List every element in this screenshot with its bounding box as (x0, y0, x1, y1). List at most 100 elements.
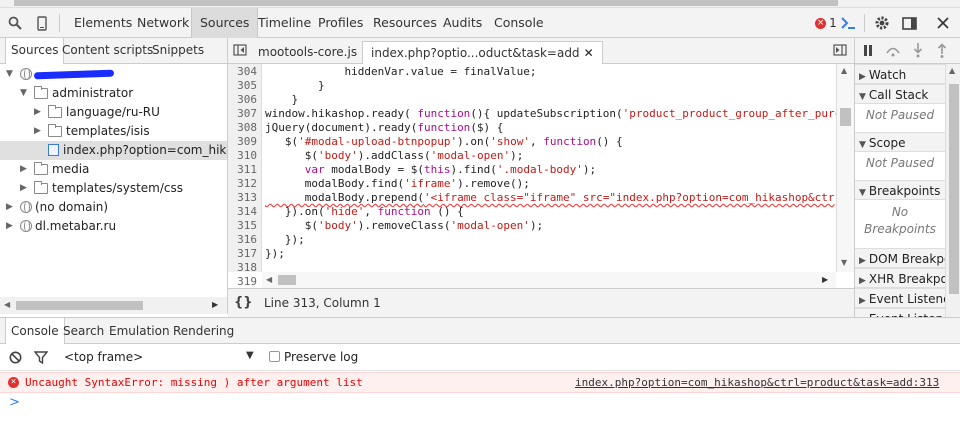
tab-timeline[interactable]: Timeline (250, 8, 319, 38)
line-number[interactable]: 313 (237, 191, 257, 205)
debugger-section-header[interactable]: ▶ DOM Breakpo (855, 248, 945, 268)
line-number[interactable]: 317 (237, 247, 257, 261)
line-number[interactable]: 311 (237, 163, 257, 177)
step-out-icon[interactable] (937, 43, 947, 61)
tab-sources[interactable]: Sources (5, 38, 65, 64)
tab-snippets[interactable]: Snippets (147, 38, 209, 63)
collapsed-arrow-icon[interactable]: ▶ (6, 217, 13, 236)
console-prompt[interactable]: > (0, 393, 960, 413)
line-number[interactable]: 304 (237, 65, 257, 79)
tree-item[interactable]: ▼ administrator (0, 84, 227, 103)
code-vertical-scrollbar[interactable]: ▲ ▼ (836, 64, 854, 272)
collapsed-arrow-icon[interactable]: ▶ (34, 122, 41, 141)
tab-resources[interactable]: Resources (365, 8, 445, 38)
debugger-section-header[interactable]: ▼ Scope (855, 132, 945, 152)
scroll-right-arrow-icon[interactable]: ▶ (822, 275, 828, 284)
scroll-right-arrow-icon[interactable]: ▶ (212, 300, 218, 309)
code-editor[interactable]: hiddenVar.value = finalValue; } } window.… (262, 64, 836, 272)
tab-profiles[interactable]: Profiles (310, 8, 371, 38)
line-number[interactable]: 310 (237, 149, 257, 163)
toggle-debugger-icon[interactable] (833, 44, 847, 59)
chevron-down-icon[interactable]: ▼ (246, 350, 254, 361)
folder-icon (34, 162, 48, 175)
toggle-navigator-icon[interactable] (233, 44, 247, 59)
debugger-section-header[interactable]: ▶Event Listener (855, 288, 945, 308)
code-horizontal-scrollbar-thumb[interactable] (278, 275, 296, 285)
pretty-print-icon[interactable]: {} (234, 289, 253, 317)
debugger-section-header[interactable]: ▼ Call Stack (855, 84, 945, 104)
drawer-tab-search[interactable]: Search (58, 318, 109, 344)
line-number[interactable]: 308 (237, 121, 257, 135)
collapsed-arrow-icon[interactable]: ▶ (6, 198, 13, 217)
tree-item[interactable]: index.php?option=com_hikasho (0, 141, 227, 160)
line-number[interactable]: 316 (237, 233, 257, 247)
clear-console-icon[interactable] (9, 351, 22, 367)
collapsed-arrow-icon[interactable]: ▶ (20, 179, 27, 198)
tab-network[interactable]: Network (129, 8, 197, 38)
scroll-left-arrow-icon[interactable]: ◀ (4, 300, 10, 309)
editor-tab-index-php[interactable]: index.php?optio...oduct&task=add ✕ (362, 41, 603, 65)
pause-icon[interactable] (863, 45, 873, 59)
debugger-section-header[interactable]: ▶Event Listener (855, 308, 945, 317)
folder-icon (34, 86, 48, 99)
line-number[interactable]: 309 (237, 135, 257, 149)
step-into-icon[interactable] (913, 43, 923, 61)
line-number[interactable]: 306 (237, 93, 257, 107)
code-vertical-scrollbar-thumb[interactable] (840, 108, 851, 126)
show-console-icon[interactable] (838, 8, 858, 38)
close-tab-icon[interactable]: ✕ (584, 46, 594, 60)
frame-select[interactable]: <top frame> (64, 350, 143, 364)
step-over-icon[interactable] (885, 44, 901, 60)
scroll-up-arrow-icon[interactable]: ▲ (949, 66, 955, 75)
debugger-section-header[interactable]: ▶ XHR Breakpoi (855, 268, 945, 288)
tree-item[interactable]: ▶ templates/isis (0, 122, 227, 141)
close-icon[interactable] (934, 8, 952, 38)
file-tree-scrollbar-thumb[interactable] (16, 301, 143, 310)
tab-audits[interactable]: Audits (435, 8, 490, 38)
collapsed-arrow-icon[interactable]: ▶ (34, 103, 41, 122)
line-number[interactable]: 315 (237, 219, 257, 233)
debugger-scrollbar[interactable]: ▲ (945, 64, 960, 317)
tree-item[interactable]: ▶ language/ru-RU (0, 103, 227, 122)
tree-item[interactable]: ▶ templates/system/css (0, 179, 227, 198)
scroll-down-arrow-icon[interactable]: ▼ (841, 258, 847, 267)
scroll-up-arrow-icon[interactable]: ▲ (841, 66, 847, 75)
line-number[interactable]: 314 (237, 205, 257, 219)
window-scrollbar[interactable] (0, 0, 960, 8)
collapsed-arrow-icon[interactable]: ▶ (20, 160, 27, 179)
line-number[interactable]: 318 (237, 261, 257, 275)
inspect-search-icon[interactable] (6, 8, 24, 38)
code-horizontal-scrollbar[interactable]: ◀ ▶ (262, 272, 836, 288)
tab-sources[interactable]: Sources (191, 8, 259, 38)
drawer-tab-console[interactable]: Console (5, 318, 65, 345)
file-tree-scrollbar[interactable]: ◀ ▶ (0, 297, 228, 314)
debugger-section-header[interactable]: ▶ Watch (855, 64, 945, 84)
window-scrollbar-thumb[interactable] (14, 0, 838, 6)
device-mode-icon[interactable] (33, 8, 51, 38)
tab-content-scripts[interactable]: Content scripts (57, 38, 158, 63)
error-source-link[interactable]: index.php?option=com_hikashop&ctrl=produ… (575, 373, 939, 393)
line-number[interactable]: 305 (237, 79, 257, 93)
line-number[interactable]: 319 (237, 275, 257, 289)
debugger-section-header[interactable]: ▼ Breakpoints (855, 180, 945, 200)
tree-item[interactable]: ▶ media (0, 160, 227, 179)
filter-icon[interactable] (33, 351, 49, 367)
scroll-left-arrow-icon[interactable]: ◀ (266, 275, 272, 284)
tree-item[interactable]: ▶ (no domain) (0, 198, 227, 217)
error-counter[interactable]: × 1 (812, 8, 840, 38)
drawer-tab-rendering[interactable]: Rendering (168, 318, 239, 344)
settings-gear-icon[interactable] (873, 8, 891, 38)
preserve-log-checkbox[interactable] (269, 351, 280, 362)
tree-item[interactable]: ▼ (0, 65, 227, 84)
tree-item[interactable]: ▶ dl.metabar.ru (0, 217, 227, 236)
tree-item-label: templates/system/css (52, 181, 183, 195)
tab-console[interactable]: Console (486, 8, 552, 38)
line-number[interactable]: 307 (237, 107, 257, 121)
debugger-scrollbar-thumb[interactable] (949, 84, 959, 294)
drawer-tab-emulation[interactable]: Emulation (104, 318, 175, 344)
line-number[interactable]: 312 (237, 177, 257, 191)
editor-tab-mootools[interactable]: mootools-core.js (250, 41, 365, 64)
expanded-arrow-icon[interactable]: ▼ (6, 65, 13, 84)
expanded-arrow-icon[interactable]: ▼ (20, 84, 27, 103)
dock-side-icon[interactable] (900, 8, 918, 38)
